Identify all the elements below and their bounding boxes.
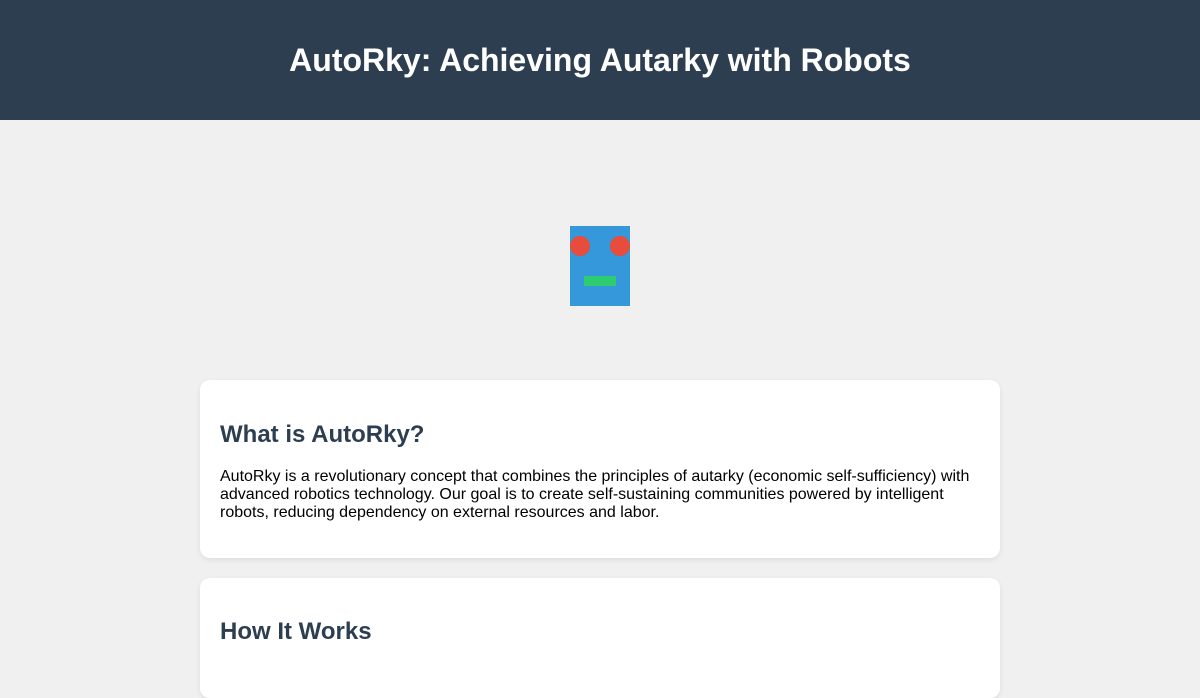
section-heading: What is AutoRky? [220, 421, 425, 448]
robot-icon [570, 226, 630, 306]
section-body: AutoRky is a revolutionary concept that … [220, 468, 970, 521]
section-what-is-autorky: What is AutoRky? AutoRky is a revolution… [200, 380, 1000, 558]
section-heading: How It Works [220, 618, 372, 645]
section-how-it-works: How It Works [200, 578, 1000, 698]
robot-logo [570, 226, 630, 306]
page-title: AutoRky: Achieving Autarky with Robots [289, 41, 911, 78]
robot-mouth [584, 276, 616, 286]
page-header: AutoRky: Achieving Autarky with Robots [0, 0, 1200, 120]
robot-right-eye [610, 236, 630, 256]
robot-left-eye [570, 236, 590, 256]
